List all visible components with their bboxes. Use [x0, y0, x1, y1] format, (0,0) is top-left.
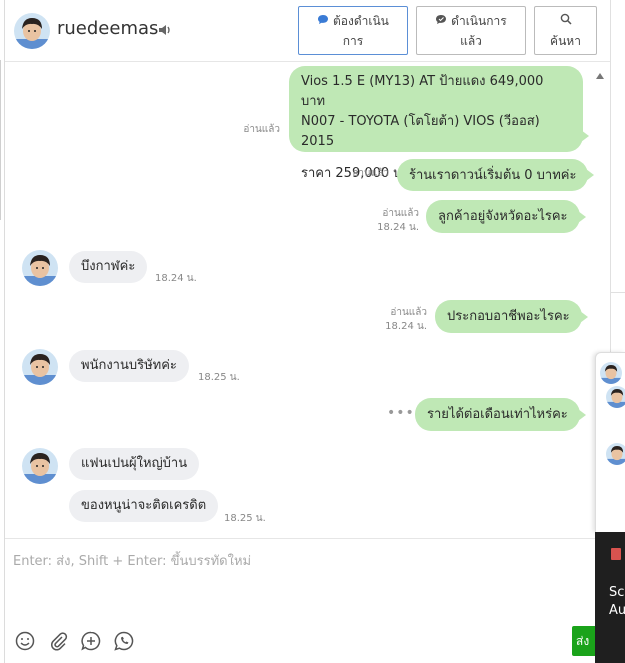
avatar[interactable] — [600, 362, 622, 384]
timestamp: 18.24 น. — [155, 273, 197, 284]
chat-window: ruedeemas ต้องดำเนิน การ ดำเนินการ แล้ว … — [0, 0, 625, 663]
message-list[interactable]: Vios 1.5 E (MY13) AT ป้ายแดง 649,000 บาท… — [5, 63, 595, 537]
popup-list — [595, 352, 625, 532]
toast-title: Sc — [609, 585, 625, 600]
read-status: อ่านแล้ว — [352, 168, 389, 179]
message-incoming: ของหนูน่าจะติดเครดิต — [69, 490, 219, 522]
timestamp: 18.25 น. — [224, 513, 266, 524]
todo-button[interactable]: ต้องดำเนิน การ — [298, 6, 408, 55]
timestamp: 18.25 น. — [198, 372, 240, 383]
message-input[interactable] — [5, 539, 595, 619]
emoji-icon[interactable] — [15, 631, 37, 653]
read-status: อ่านแล้ว — [390, 307, 427, 318]
speaker-icon[interactable] — [158, 22, 172, 41]
message-outgoing: รายได้ต่อเดือนเท่าไหร่คะ — [415, 398, 586, 431]
avatar — [22, 250, 58, 286]
avatar[interactable] — [606, 443, 625, 465]
chat-check-icon — [435, 14, 451, 28]
avatar — [22, 349, 58, 385]
send-button[interactable]: ส่ง — [572, 626, 595, 656]
message-composer: ส่ง — [5, 538, 595, 663]
search-icon — [560, 13, 572, 28]
read-status: อ่านแล้ว — [382, 208, 419, 219]
message-incoming: พนักงานบริษัทค่ะ — [69, 350, 189, 382]
timestamp: 18.24 น. — [377, 222, 419, 233]
notification-toast[interactable]: Sc Au — [595, 532, 625, 663]
message-outgoing: ลูกค้าอยู่จังหวัดอะไรคะ — [426, 200, 586, 233]
message-outgoing: Vios 1.5 E (MY13) AT ป้ายแดง 649,000 บาท… — [289, 66, 589, 181]
scroll-up-icon[interactable] — [595, 66, 605, 79]
avatar — [14, 13, 50, 49]
avatar[interactable] — [606, 386, 625, 408]
message-incoming: บึงกาฬค่ะ — [69, 251, 148, 283]
message-outgoing: ประกอบอาชีพอะไรคะ — [435, 300, 588, 333]
message-incoming: แฟนเปนผุ้ใหญ่บ้าน — [69, 448, 200, 480]
add-message-icon[interactable] — [81, 631, 103, 653]
timestamp: 18.24 น. — [385, 321, 427, 332]
contact-name: ruedeemas — [57, 18, 159, 39]
read-status: อ่านแล้ว — [243, 124, 280, 135]
more-options-icon[interactable]: ••• — [387, 405, 415, 421]
chat-bubble-icon — [317, 14, 333, 28]
whatsapp-icon[interactable] — [114, 631, 136, 653]
app-icon — [611, 548, 621, 560]
toast-subtitle: Au — [609, 603, 625, 618]
side-popup: Sc Au — [595, 352, 625, 663]
search-button[interactable]: ค้นหา — [534, 6, 597, 55]
attachment-icon[interactable] — [48, 631, 70, 653]
chat-header: ruedeemas ต้องดำเนิน การ ดำเนินการ แล้ว … — [5, 0, 610, 62]
avatar — [22, 448, 58, 484]
done-button[interactable]: ดำเนินการ แล้ว — [416, 6, 526, 55]
message-outgoing: ร้านเราดาวน์เริ่มต้น 0 บาทค่ะ — [397, 159, 595, 191]
